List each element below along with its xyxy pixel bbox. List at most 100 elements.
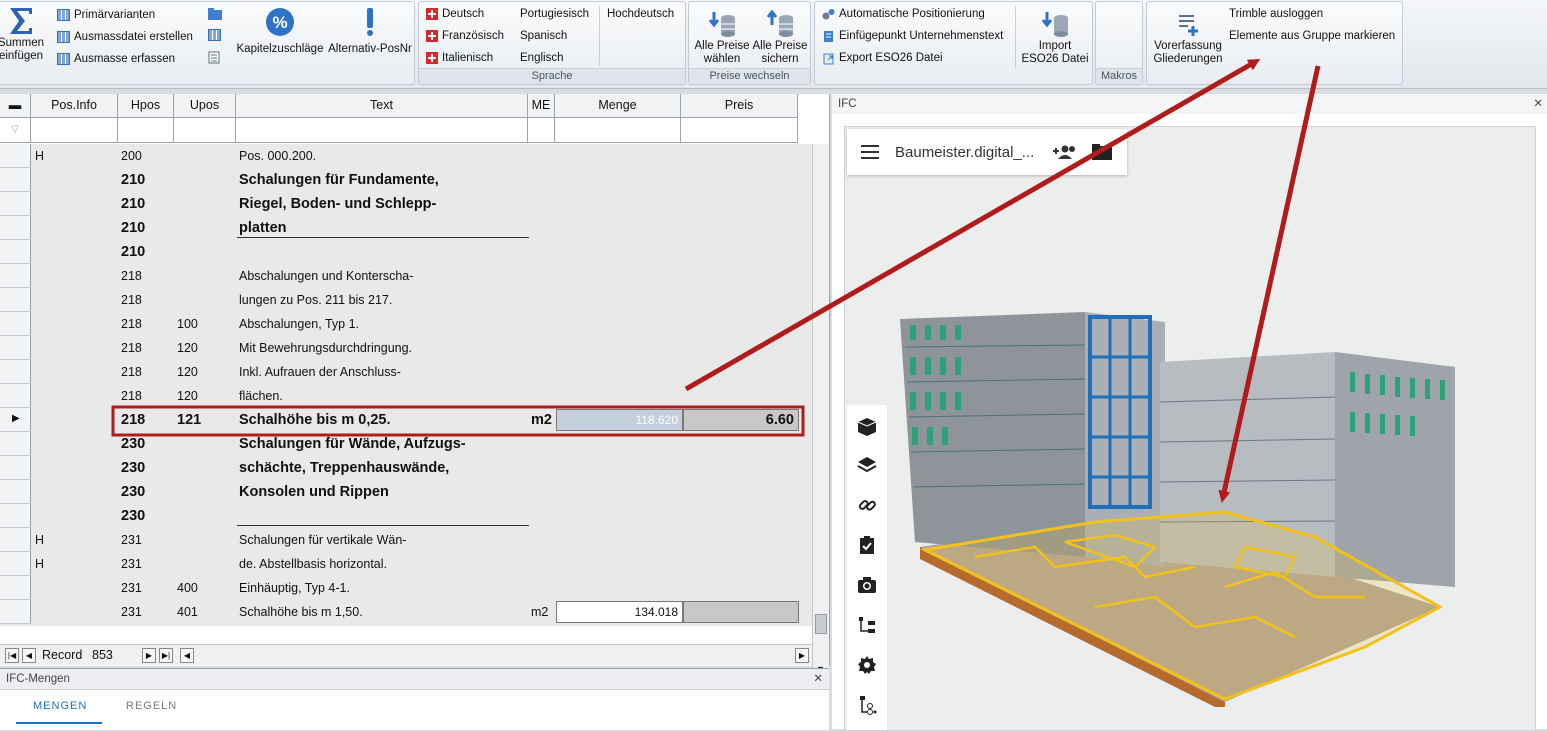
row-selector[interactable] xyxy=(0,168,31,192)
row-selector[interactable] xyxy=(0,264,31,288)
row-selector[interactable] xyxy=(0,312,31,336)
row-selector[interactable] xyxy=(0,600,31,624)
table-row[interactable]: 210 Schalungen für Fundamente, xyxy=(0,168,812,192)
row-selector[interactable] xyxy=(0,552,31,576)
col-header-me[interactable]: ME xyxy=(528,94,555,118)
table-row[interactable]: H 200 Pos. 000.200. xyxy=(0,144,812,168)
auto-positionierung-button[interactable]: Automatische Positionierung xyxy=(822,4,985,24)
lang-hochdeutsch[interactable]: Hochdeutsch xyxy=(607,4,674,24)
nav-last-icon[interactable]: ▶| xyxy=(159,648,173,663)
filter-text[interactable] xyxy=(236,118,528,143)
vertical-scrollbar[interactable]: ▼ xyxy=(812,144,829,676)
row-selector[interactable] xyxy=(0,216,31,240)
table-row[interactable]: 218 120 Inkl. Aufrauen der Anschluss- xyxy=(0,360,812,384)
filter-hpos[interactable] xyxy=(118,118,174,143)
table-row[interactable]: 230 Konsolen und Rippen xyxy=(0,480,812,504)
row-selector[interactable] xyxy=(0,480,31,504)
hscroll-right-icon[interactable]: ▶ xyxy=(795,648,809,663)
trimble-ausloggen-button[interactable]: Trimble ausloggen xyxy=(1229,4,1323,24)
scroll-thumb[interactable] xyxy=(815,614,827,634)
cell-menge[interactable]: 134.018 xyxy=(556,601,683,623)
vorerfassung-button[interactable]: Vorerfassung Gliederungen xyxy=(1151,10,1225,66)
table-row[interactable]: 230 schächte, Treppenhauswände, xyxy=(0,456,812,480)
cell-preis[interactable]: 6.60 xyxy=(683,409,799,431)
elemente-markieren-button[interactable]: Elemente aus Gruppe markieren xyxy=(1229,26,1395,46)
lang-englisch[interactable]: Englisch xyxy=(520,48,563,68)
row-selector[interactable] xyxy=(0,576,31,600)
col-header-text[interactable]: Text xyxy=(236,94,528,118)
alle-preise-waehlen-button[interactable]: Alle Preise wählen xyxy=(693,10,751,66)
camera-icon[interactable] xyxy=(857,575,877,595)
lang-portugiesisch[interactable]: Portugiesisch xyxy=(520,4,589,24)
close-icon[interactable]: ✕ xyxy=(813,669,823,689)
cell-menge[interactable]: 118.620 xyxy=(556,409,683,431)
table-row[interactable]: 231 400 Einhäuptig, Typ 4-1. xyxy=(0,576,812,600)
record-value[interactable]: 853 xyxy=(92,648,113,662)
filter-icon[interactable]: ▽ xyxy=(0,118,31,143)
filter-upos[interactable] xyxy=(174,118,236,143)
row-selector[interactable] xyxy=(0,456,31,480)
row-selector[interactable] xyxy=(0,504,31,528)
hscroll-left-icon[interactable]: ◀ xyxy=(180,648,194,663)
filter-menge[interactable] xyxy=(555,118,681,143)
filter-preis[interactable] xyxy=(681,118,798,143)
table-row[interactable]: 218 120 flächen. xyxy=(0,384,812,408)
tree-structure-icon[interactable] xyxy=(857,615,877,635)
nav-prev-icon[interactable]: ◀ xyxy=(22,648,36,663)
import-eso26-button[interactable]: Import ESO26 Datei xyxy=(1019,10,1091,66)
list-button[interactable] xyxy=(208,51,220,67)
row-selector[interactable] xyxy=(0,240,31,264)
export-eso26-button[interactable]: Export ESO26 Datei xyxy=(822,48,943,68)
row-selector[interactable] xyxy=(0,528,31,552)
table-row[interactable]: 218 120 Mit Bewehrungsdurchdringung. xyxy=(0,336,812,360)
col-header-preis[interactable]: Preis xyxy=(681,94,798,118)
table-row[interactable]: 218 lungen zu Pos. 211 bis 217. xyxy=(0,288,812,312)
row-selector[interactable] xyxy=(0,360,31,384)
table-row[interactable]: 231 401 Schalhöhe bis m 1,50. m2 134.018 xyxy=(0,600,812,624)
link-icon[interactable] xyxy=(857,495,877,515)
grid-button[interactable] xyxy=(208,29,221,44)
tab-mengen[interactable]: MENGEN xyxy=(33,700,87,712)
bim-viewer[interactable]: Baumeister.digital_... xyxy=(844,126,1536,731)
table-row[interactable]: 218 100 Abschalungen, Typ 1. xyxy=(0,312,812,336)
settings-gear-icon[interactable] xyxy=(857,655,877,675)
table-row[interactable]: 210 Riegel, Boden- und Schlepp- xyxy=(0,192,812,216)
building-model[interactable] xyxy=(895,307,1495,707)
hierarchy-icon[interactable] xyxy=(857,695,877,715)
table-row[interactable]: 210 xyxy=(0,240,812,264)
alle-preise-sichern-button[interactable]: Alle Preise sichern xyxy=(751,10,809,66)
cell-preis[interactable] xyxy=(683,601,799,623)
lang-deutsch[interactable]: Deutsch xyxy=(426,4,484,24)
filter-me[interactable] xyxy=(528,118,555,143)
alternativ-posnr-button[interactable]: Alternativ-PosNr xyxy=(327,7,413,56)
ausmasse-erfassen-button[interactable]: Ausmasse erfassen xyxy=(57,49,175,69)
row-selector[interactable] xyxy=(0,192,31,216)
tab-regeln[interactable]: REGELN xyxy=(126,700,177,712)
row-selector[interactable] xyxy=(0,336,31,360)
einfuegepunkt-button[interactable]: Einfügepunkt Unternehmenstext xyxy=(822,26,1003,46)
table-row[interactable]: 230 Schalungen für Wände, Aufzugs- xyxy=(0,432,812,456)
table-row[interactable]: H 231 Schalungen für vertikale Wän- xyxy=(0,528,812,552)
col-header-upos[interactable]: Upos xyxy=(174,94,236,118)
clipboard-check-icon[interactable] xyxy=(857,535,877,555)
folder-icon[interactable] xyxy=(1092,144,1113,160)
col-header-menge[interactable]: Menge xyxy=(555,94,681,118)
lang-italienisch[interactable]: Italienisch xyxy=(426,48,493,68)
table-row[interactable]: 218 Abschalungen und Konterscha- xyxy=(0,264,812,288)
hamburger-menu-icon[interactable] xyxy=(861,145,879,159)
col-header-posinfo[interactable]: Pos.Info xyxy=(31,94,118,118)
folder-button[interactable] xyxy=(208,8,222,23)
ausmassdatei-button[interactable]: Ausmassdatei erstellen xyxy=(57,27,193,47)
layers-icon[interactable] xyxy=(857,455,877,475)
row-selector[interactable] xyxy=(0,432,31,456)
row-selector[interactable] xyxy=(0,144,31,168)
table-row[interactable]: H 231 de. Abstellbasis horizontal. xyxy=(0,552,812,576)
row-selector[interactable] xyxy=(0,288,31,312)
nav-next-icon[interactable]: ▶ xyxy=(142,648,156,663)
cube-icon[interactable] xyxy=(857,417,877,437)
kapitelzuschlaege-button[interactable]: % Kapitelzuschläge xyxy=(233,7,327,56)
col-header-hpos[interactable]: Hpos xyxy=(118,94,174,118)
filter-posinfo[interactable] xyxy=(31,118,118,143)
lang-spanisch[interactable]: Spanisch xyxy=(520,26,567,46)
close-icon[interactable]: ✕ xyxy=(1533,94,1543,114)
